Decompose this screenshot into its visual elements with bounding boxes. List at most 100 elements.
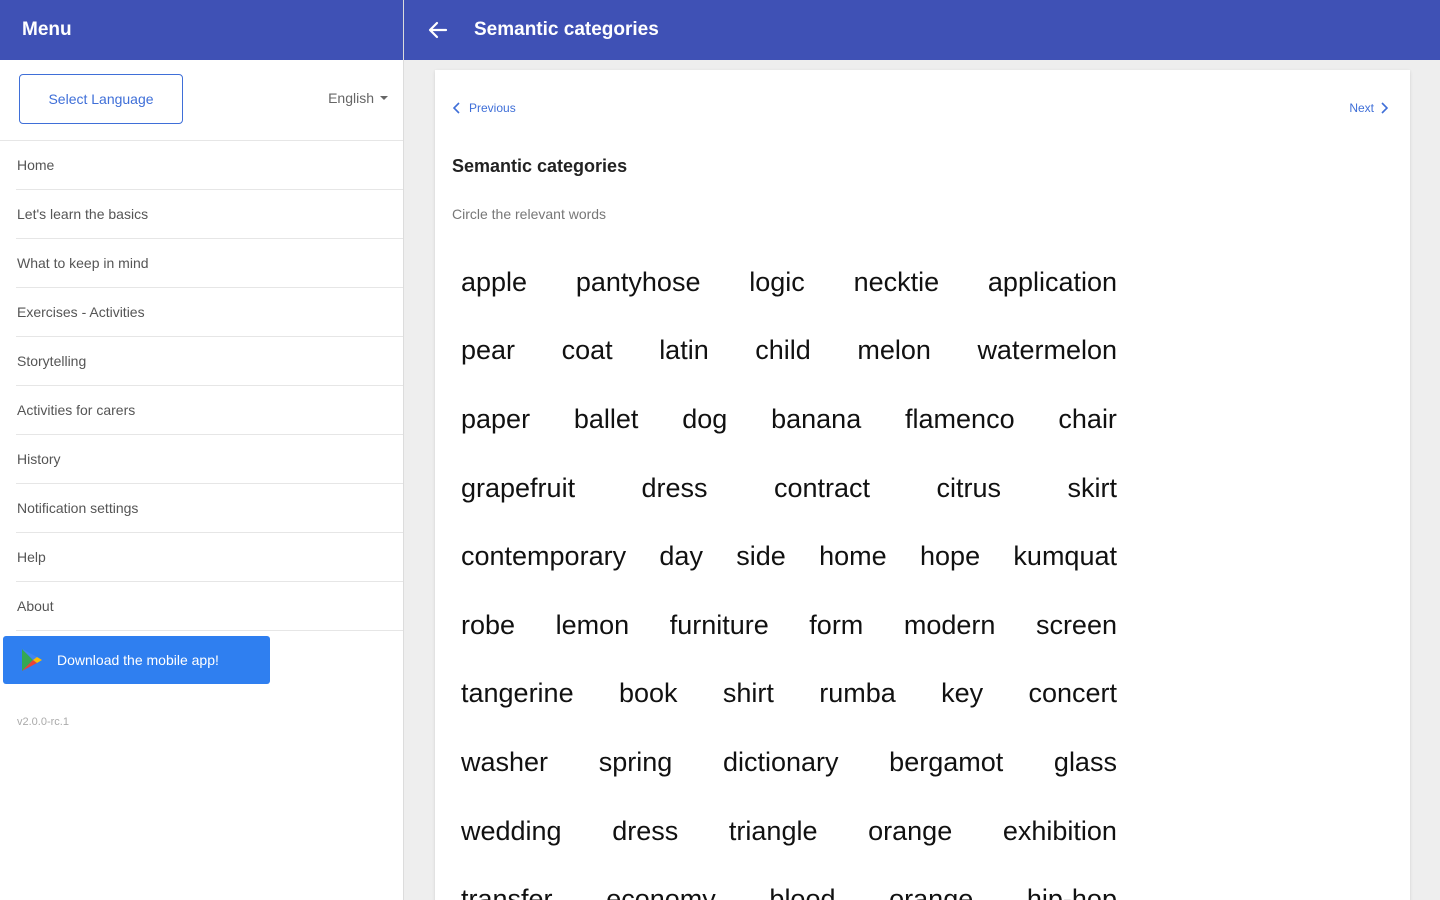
chevron-left-icon (453, 102, 460, 114)
sidebar-item-keep-in-mind[interactable]: What to keep in mind (16, 239, 403, 288)
sidebar-item-home[interactable]: Home (16, 141, 403, 190)
word[interactable]: side (736, 541, 786, 572)
word[interactable]: furniture (670, 610, 769, 641)
word[interactable]: contract (774, 473, 870, 504)
version-label: v2.0.0-rc.1 (17, 716, 69, 728)
word-row: wedding dress triangle orange exhibition (461, 797, 1117, 866)
exercise-card: Previous Next Semantic categories Circle… (435, 70, 1410, 900)
word[interactable]: key (941, 678, 983, 709)
word[interactable]: exhibition (1003, 816, 1117, 847)
app: Menu Select Language English Home Let's … (0, 0, 1440, 900)
word[interactable]: wedding (461, 816, 562, 847)
word-row: tangerine book shirt rumba key concert (461, 660, 1117, 729)
word-row: grapefruit dress contract citrus skirt (461, 454, 1117, 523)
arrow-left-icon[interactable] (428, 20, 448, 40)
next-link[interactable]: Next (1349, 101, 1388, 115)
download-app-label: Download the mobile app! (57, 652, 219, 668)
word-grid: apple pantyhose logic necktie applicatio… (461, 248, 1117, 900)
word[interactable]: child (755, 335, 811, 366)
sidebar-item-history[interactable]: History (16, 435, 403, 484)
word[interactable]: dog (682, 404, 727, 435)
word[interactable]: chair (1058, 404, 1117, 435)
sidebar-nav: Home Let's learn the basics What to keep… (0, 141, 403, 631)
sidebar-item-learn-basics[interactable]: Let's learn the basics (16, 190, 403, 239)
word[interactable]: dress (612, 816, 678, 847)
word[interactable]: pear (461, 335, 515, 366)
previous-link[interactable]: Previous (453, 101, 516, 115)
word[interactable]: screen (1036, 610, 1117, 641)
word-row: pear coat latin child melon watermelon (461, 317, 1117, 386)
sidebar-title: Menu (0, 0, 403, 60)
caret-down-icon (380, 96, 388, 100)
word-row: paper ballet dog banana flamenco chair (461, 385, 1117, 454)
word[interactable]: latin (659, 335, 709, 366)
word[interactable]: lemon (556, 610, 630, 641)
word[interactable]: necktie (854, 267, 940, 298)
language-dropdown[interactable]: English (328, 90, 388, 106)
word[interactable]: book (619, 678, 678, 709)
word[interactable]: contemporary (461, 541, 626, 572)
word[interactable]: orange (868, 816, 952, 847)
word[interactable]: hope (920, 541, 980, 572)
sidebar-item-help[interactable]: Help (16, 533, 403, 582)
word[interactable]: watermelon (977, 335, 1117, 366)
google-play-icon (22, 649, 42, 671)
word[interactable]: skirt (1067, 473, 1117, 504)
word-row: washer spring dictionary bergamot glass (461, 728, 1117, 797)
word-row: robe lemon furniture form modern screen (461, 591, 1117, 660)
word[interactable]: robe (461, 610, 515, 641)
word[interactable]: modern (904, 610, 996, 641)
word[interactable]: bergamot (889, 747, 1003, 778)
sidebar-item-notifications[interactable]: Notification settings (16, 484, 403, 533)
sidebar-item-storytelling[interactable]: Storytelling (16, 337, 403, 386)
page-title: Semantic categories (474, 19, 659, 40)
word[interactable]: washer (461, 747, 548, 778)
word[interactable]: hip-hop (1027, 884, 1117, 900)
word[interactable]: banana (771, 404, 861, 435)
word[interactable]: ballet (574, 404, 639, 435)
word-row: transfer economy blood orange hip-hop (461, 865, 1117, 900)
word[interactable]: home (819, 541, 887, 572)
word[interactable]: pantyhose (576, 267, 701, 298)
exercise-instruction: Circle the relevant words (452, 206, 607, 222)
word[interactable]: melon (857, 335, 931, 366)
download-app-button[interactable]: Download the mobile app! (3, 636, 270, 684)
word[interactable]: apple (461, 267, 527, 298)
word[interactable]: grapefruit (461, 473, 575, 504)
sidebar-item-exercises[interactable]: Exercises - Activities (16, 288, 403, 337)
word[interactable]: tangerine (461, 678, 574, 709)
word[interactable]: concert (1028, 678, 1117, 709)
select-language-button[interactable]: Select Language (19, 74, 183, 124)
word[interactable]: logic (749, 267, 805, 298)
word[interactable]: rumba (819, 678, 896, 709)
exercise-title: Semantic categories (452, 156, 628, 176)
word[interactable]: kumquat (1013, 541, 1117, 572)
word[interactable]: flamenco (905, 404, 1015, 435)
word[interactable]: citrus (937, 473, 1002, 504)
word[interactable]: glass (1054, 747, 1117, 778)
sidebar: Menu Select Language English Home Let's … (0, 0, 404, 900)
word[interactable]: blood (769, 884, 835, 900)
word[interactable]: economy (606, 884, 716, 900)
word[interactable]: paper (461, 404, 530, 435)
sidebar-item-carers[interactable]: Activities for carers (16, 386, 403, 435)
previous-label: Previous (469, 101, 516, 115)
word[interactable]: application (988, 267, 1117, 298)
word[interactable]: day (659, 541, 703, 572)
word[interactable]: dress (642, 473, 708, 504)
word[interactable]: shirt (723, 678, 774, 709)
word[interactable]: triangle (729, 816, 818, 847)
sidebar-item-about[interactable]: About (16, 582, 403, 631)
word[interactable]: dictionary (723, 747, 839, 778)
word[interactable]: spring (599, 747, 673, 778)
word[interactable]: orange (889, 884, 973, 900)
word[interactable]: transfer (461, 884, 553, 900)
chevron-right-icon (1381, 102, 1388, 114)
word[interactable]: form (809, 610, 863, 641)
language-value: English (328, 90, 374, 106)
word-row: apple pantyhose logic necktie applicatio… (461, 248, 1117, 317)
word-row: contemporary day side home hope kumquat (461, 522, 1117, 591)
top-app-bar: Semantic categories (404, 0, 1440, 60)
next-label: Next (1349, 101, 1374, 115)
word[interactable]: coat (562, 335, 613, 366)
